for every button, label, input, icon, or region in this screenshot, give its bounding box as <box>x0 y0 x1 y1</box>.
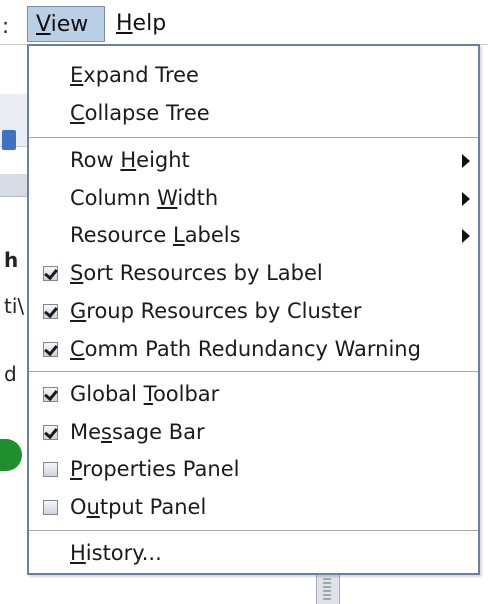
menu-item-properties-panel[interactable]: Properties Panel <box>29 450 478 488</box>
menu-item-message-bar[interactable]: Message Bar <box>29 413 478 451</box>
menu-separator <box>29 371 478 373</box>
checkbox-checked-icon[interactable] <box>43 387 58 402</box>
menu-help[interactable]: Help <box>108 6 174 42</box>
app-window: : View Help h ti\ d Expand Tree Collapse… <box>0 0 488 604</box>
background-panel: h ti\ d <box>0 44 28 604</box>
menu-item-expand-tree[interactable]: Expand Tree <box>29 56 478 94</box>
checkbox-checked-icon[interactable] <box>43 342 58 357</box>
menu-bar-partial-item: : <box>2 14 10 38</box>
checkbox-checked-icon[interactable] <box>43 425 58 440</box>
submenu-arrow-icon <box>462 192 470 206</box>
menu-item-history[interactable]: History... <box>29 534 478 572</box>
checkbox-unchecked-icon[interactable] <box>43 500 58 515</box>
view-menu-popup: Expand Tree Collapse Tree Row Height Col… <box>27 44 480 575</box>
menu-item-column-width[interactable]: Column Width <box>29 179 478 217</box>
menu-item-row-height[interactable]: Row Height <box>29 141 478 179</box>
scrollbar-thumb[interactable] <box>316 574 340 604</box>
menu-item-group-resources-by-cluster[interactable]: Group Resources by Cluster <box>29 292 478 330</box>
menu-separator <box>29 137 478 139</box>
background-header <box>0 174 28 197</box>
background-text-d: d <box>4 362 17 386</box>
checkbox-checked-icon[interactable] <box>43 266 58 281</box>
menu-item-resource-labels[interactable]: Resource Labels <box>29 216 478 254</box>
checkbox-unchecked-icon[interactable] <box>43 462 58 477</box>
menu-view[interactable]: View <box>27 6 105 42</box>
menu-item-global-toolbar[interactable]: Global Toolbar <box>29 375 478 413</box>
menu-item-comm-path-redundancy-warning[interactable]: Comm Path Redundancy Warning <box>29 330 478 368</box>
menu-separator <box>29 530 478 532</box>
background-toolbar-icon <box>2 130 16 150</box>
submenu-arrow-icon <box>462 229 470 243</box>
background-text-h: h <box>4 248 19 272</box>
checkbox-checked-icon[interactable] <box>43 304 58 319</box>
submenu-arrow-icon <box>462 154 470 168</box>
menu-bar: : View Help <box>0 0 488 45</box>
background-text-t: ti\ <box>4 294 25 318</box>
menu-item-output-panel[interactable]: Output Panel <box>29 488 478 526</box>
menu-item-collapse-tree[interactable]: Collapse Tree <box>29 94 478 132</box>
menu-item-sort-resources-by-label[interactable]: Sort Resources by Label <box>29 254 478 292</box>
status-ok-icon <box>0 439 22 471</box>
